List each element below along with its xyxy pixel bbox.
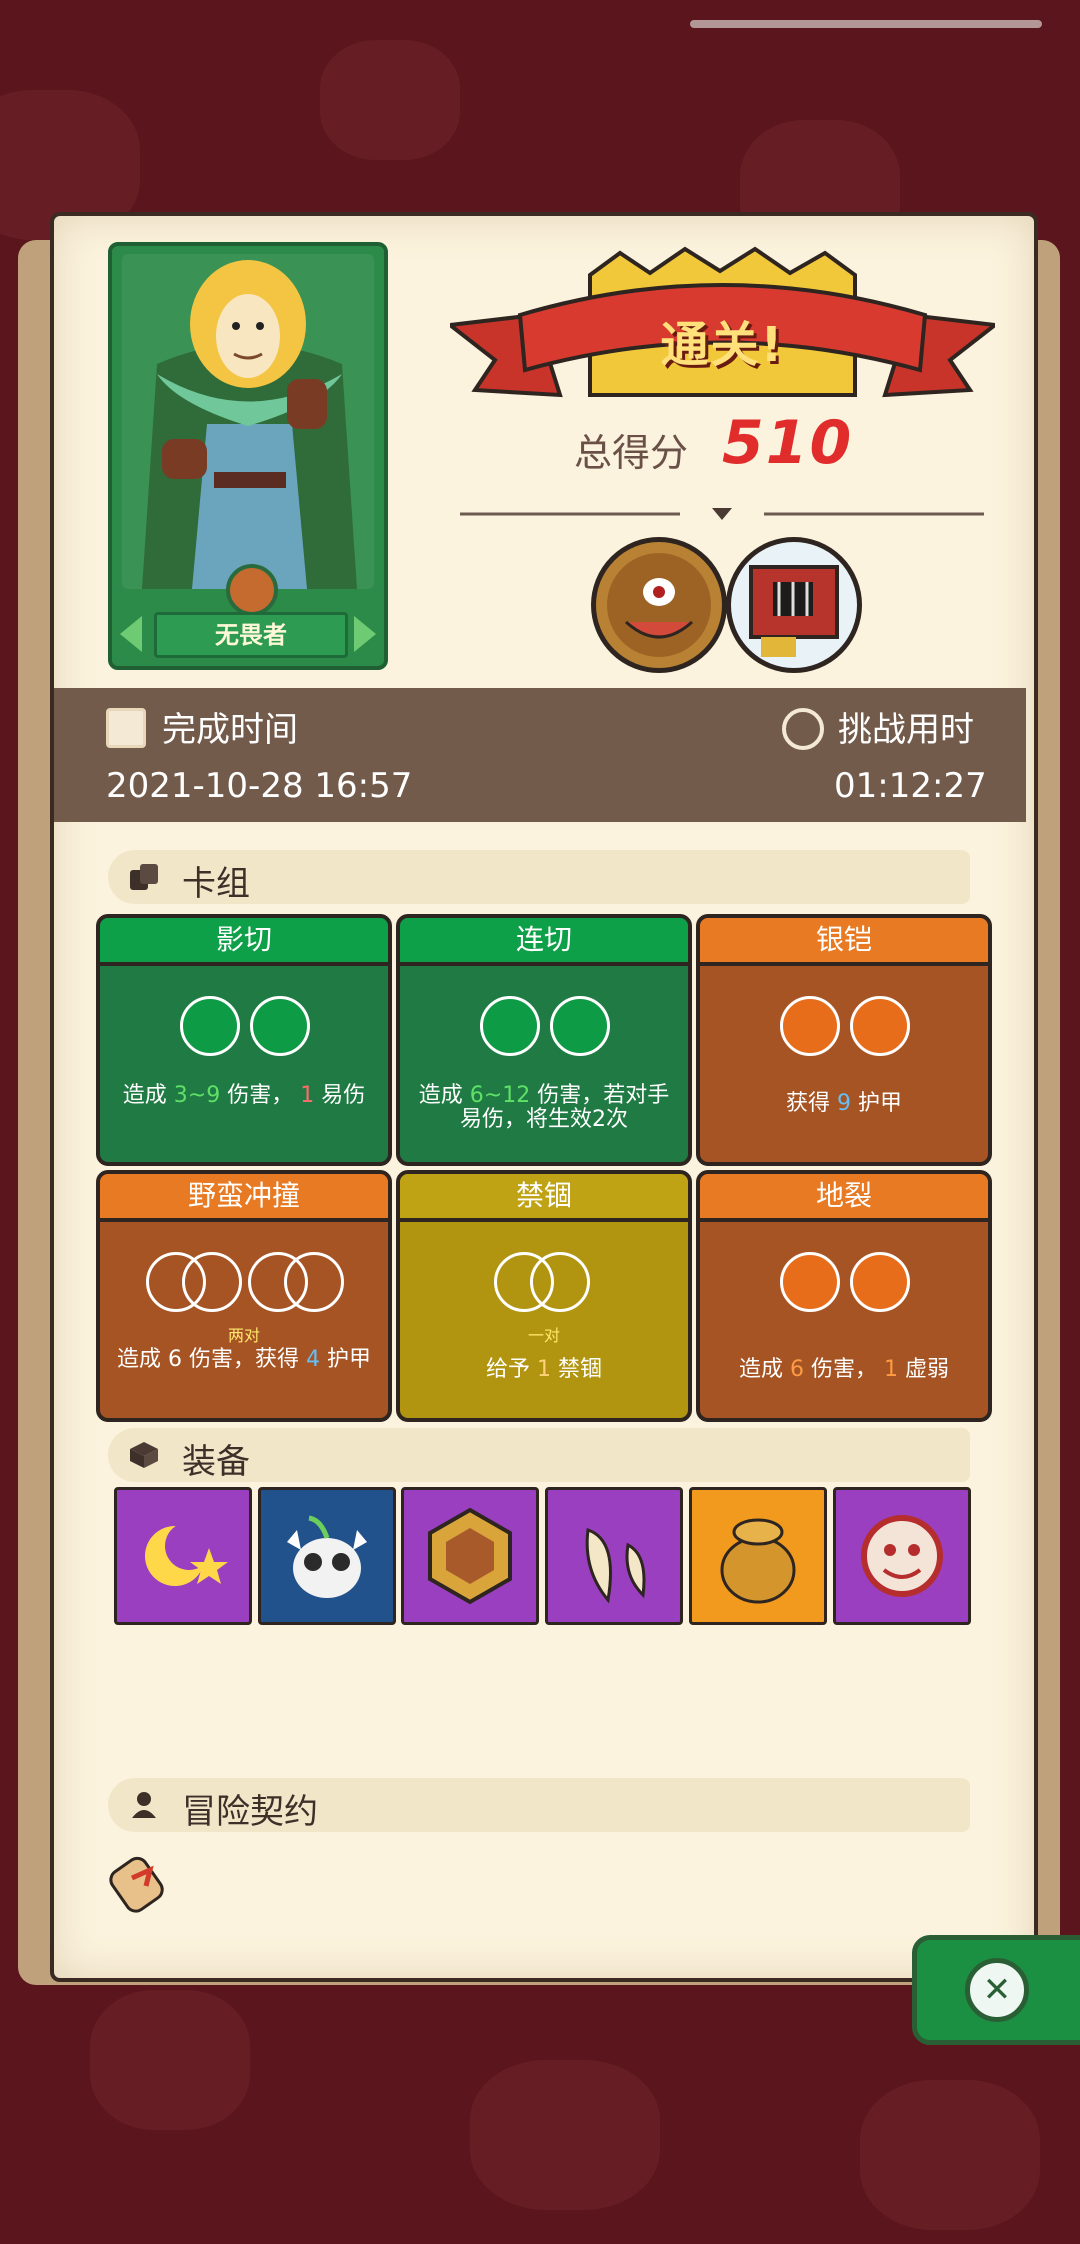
moon-icon xyxy=(145,1522,228,1586)
card-description: 获得 9 护甲 xyxy=(785,1091,903,1116)
home-indicator xyxy=(690,20,1042,28)
rock-token-icon xyxy=(780,1252,840,1312)
card-requirement: 一对 xyxy=(527,1326,560,1345)
hero-portrait xyxy=(122,254,374,589)
calendar-icon xyxy=(106,708,146,748)
card-name: 地裂 xyxy=(700,1174,988,1222)
rock-token-icon xyxy=(850,996,910,1056)
scroll-icon xyxy=(109,1856,164,1913)
card-body: 一对 给予 1 禁锢 xyxy=(400,1222,688,1418)
leaf-token-icon xyxy=(250,996,310,1056)
victory-ribbon: 通关! xyxy=(444,245,1001,415)
background-shape xyxy=(470,2060,660,2210)
deck-card[interactable]: 野蛮冲撞 两对 造成 6 伤害，获得 4 护甲 xyxy=(96,1170,392,1422)
card-description: 给予 1 禁锢 xyxy=(485,1357,603,1382)
boss-cage-medal xyxy=(726,537,862,673)
fangs-icon xyxy=(585,1527,646,1604)
deck-card[interactable]: 禁锢 一对 给予 1 禁锢 xyxy=(396,1170,692,1422)
leaf-token-icon xyxy=(480,996,540,1056)
cage-monster-icon xyxy=(749,565,839,657)
hex-amulet-icon xyxy=(428,1507,512,1605)
background-shape xyxy=(860,2080,1040,2230)
hero-name: 无畏者 xyxy=(154,612,348,658)
card-body: 获得 9 护甲 xyxy=(700,966,988,1162)
challenge-time-label: 挑战用时 xyxy=(838,710,974,750)
person-icon xyxy=(132,1792,156,1818)
equipment-slot-skull[interactable] xyxy=(258,1487,396,1625)
hero-emblem xyxy=(226,564,278,616)
contract-section-header: 冒险契约 xyxy=(108,1778,970,1832)
victory-text: 通关! xyxy=(660,317,785,373)
hero-illustration xyxy=(122,254,374,589)
previous-hero-arrow[interactable] xyxy=(120,616,142,652)
cards-icon xyxy=(130,864,158,890)
finish-time-label: 完成时间 xyxy=(162,710,298,750)
boss-cyclops-medal xyxy=(591,537,727,673)
card-name: 连切 xyxy=(400,918,688,966)
card-name: 银铠 xyxy=(700,918,988,966)
card-body: 造成 6~12 伤害，若对手 易伤，将生效2次 xyxy=(400,966,688,1162)
card-description: 造成 6 伤害，获得 4 护甲 xyxy=(116,1347,372,1372)
challenge-time-value: 01:12:27 xyxy=(834,766,987,806)
leaf-token-icon xyxy=(180,996,240,1056)
background-shape xyxy=(320,40,460,160)
card-name: 野蛮冲撞 xyxy=(100,1174,388,1222)
hero-card: 无畏者 xyxy=(108,242,388,670)
card-description: 造成 6~12 伤害，若对手 易伤，将生效2次 xyxy=(418,1083,670,1132)
empty-slot-icon xyxy=(284,1252,344,1312)
empty-slot-icon xyxy=(530,1252,590,1312)
leaf-token-icon xyxy=(550,996,610,1056)
equipment-slot-mask[interactable] xyxy=(833,1487,971,1625)
sun-mask-icon xyxy=(861,1515,943,1597)
card-name: 影切 xyxy=(100,918,388,966)
rock-token-icon xyxy=(780,996,840,1056)
deck-card[interactable]: 银铠 获得 9 护甲 xyxy=(696,914,992,1166)
card-body: 两对 造成 6 伤害，获得 4 护甲 xyxy=(100,1222,388,1418)
rock-token-icon xyxy=(850,1252,910,1312)
card-description: 造成 3~9 伤害， 1 易伤 xyxy=(122,1083,366,1108)
card-body: 造成 3~9 伤害， 1 易伤 xyxy=(100,966,388,1162)
deck-card[interactable]: 连切 造成 6~12 伤害，若对手 易伤，将生效2次 xyxy=(396,914,692,1166)
background-shape xyxy=(90,1990,250,2130)
ornament-divider xyxy=(460,508,984,520)
deck-card[interactable]: 地裂 造成 6 伤害， 1 虚弱 xyxy=(696,1170,992,1422)
card-description: 造成 6 伤害， 1 虚弱 xyxy=(738,1357,950,1382)
stopwatch-icon xyxy=(782,708,824,750)
treasure-bag-icon xyxy=(720,1518,796,1604)
deck-title: 卡组 xyxy=(182,864,250,904)
empty-slot-icon xyxy=(182,1252,242,1312)
equipment-slot-moon[interactable] xyxy=(114,1487,252,1625)
equipment-slot-amulet[interactable] xyxy=(401,1487,539,1625)
card-requirement: 两对 xyxy=(227,1326,260,1345)
deck-card[interactable]: 影切 造成 3~9 伤害， 1 易伤 xyxy=(96,914,392,1166)
time-info-band: 完成时间 2021-10-28 16:57 挑战用时 01:12:27 xyxy=(54,688,1026,822)
card-name: 禁锢 xyxy=(400,1174,688,1222)
equipment-section-header: 装备 xyxy=(108,1428,970,1482)
contract-title: 冒险契约 xyxy=(182,1792,318,1832)
close-button[interactable]: ✕ xyxy=(912,1935,1080,2045)
close-icon: ✕ xyxy=(965,1958,1029,2022)
contract-scroll[interactable] xyxy=(102,1846,176,1920)
box-icon xyxy=(130,1442,158,1468)
equipment-title: 装备 xyxy=(182,1442,250,1482)
cyclops-icon xyxy=(607,553,711,657)
next-hero-arrow[interactable] xyxy=(354,616,376,652)
skull-sprout-icon xyxy=(287,1515,367,1598)
deck-section-header: 卡组 xyxy=(108,850,970,904)
card-body: 造成 6 伤害， 1 虚弱 xyxy=(700,1222,988,1418)
score-value: 510 xyxy=(722,408,854,478)
equipment-slot-fangs[interactable] xyxy=(545,1487,683,1625)
finish-time-value: 2021-10-28 16:57 xyxy=(106,766,413,806)
equipment-slot-bag[interactable] xyxy=(689,1487,827,1625)
score-label: 总得分 xyxy=(574,431,689,475)
